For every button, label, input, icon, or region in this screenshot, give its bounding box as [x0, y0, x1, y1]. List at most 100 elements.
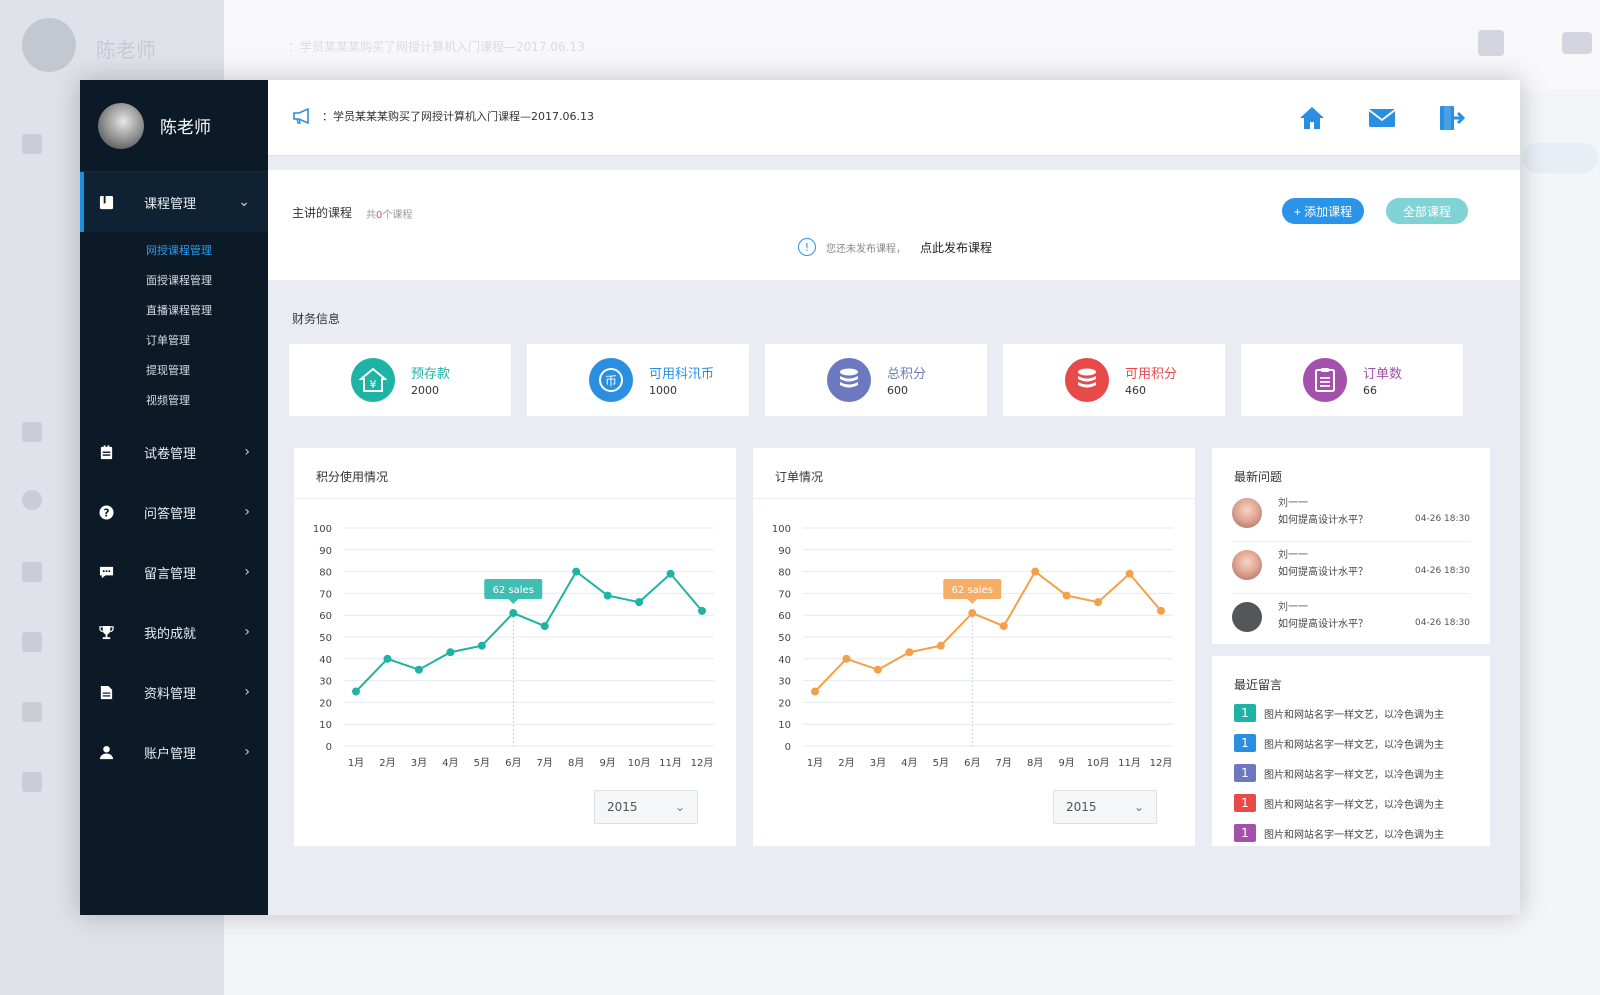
message-item[interactable]: 1 图片和网站名字一样文艺，以冷色调为主 [1234, 822, 1464, 844]
all-courses-button[interactable]: 全部课程 [1386, 198, 1468, 224]
chevron-right-icon: › [244, 444, 250, 460]
x-tick-label: 2月 [838, 757, 854, 769]
user-avatar[interactable] [98, 102, 144, 149]
chevron-right-icon: › [244, 624, 250, 640]
logout-icon[interactable] [1436, 102, 1468, 134]
sidebar-item-course[interactable]: 课程管理 ⌄ [80, 172, 268, 232]
chevron-down-icon: ⌄ [674, 800, 685, 814]
question-author: 刘一一 [1278, 550, 1308, 561]
background-user-icon [22, 772, 42, 792]
y-tick-label: 100 [313, 524, 332, 535]
finance-card-available-points[interactable]: 可用积分 460 [1003, 344, 1225, 416]
sidebar-header: 陈老师 [80, 80, 268, 172]
finance-card-total-points[interactable]: 总积分 600 [765, 344, 987, 416]
question-text: 如何提高设计水平？ [1278, 619, 1368, 630]
message-text: 图片和网站名字一样文艺，以冷色调为主 [1264, 829, 1444, 841]
latest-questions-panel: 最新问题 刘一一 如何提高设计水平？ 04-26 18:30 刘一一 如何提高设… [1212, 448, 1490, 644]
question-item[interactable]: 刘一一 如何提高设计水平？ 04-26 18:30 [1232, 490, 1470, 542]
home-icon[interactable] [1296, 102, 1328, 134]
sidebar-item-qa[interactable]: ? 问答管理 › [80, 482, 268, 542]
data-point [1125, 569, 1134, 578]
courses-title: 主讲的课程 [292, 206, 353, 220]
orders-chart-title: 订单情况 [775, 470, 824, 484]
data-point [1031, 567, 1040, 576]
submenu-item-videos[interactable]: 视频管理 [80, 386, 268, 416]
data-point [414, 665, 423, 674]
background-pill [1522, 143, 1598, 173]
y-tick-label: 20 [319, 698, 332, 709]
y-tick-label: 30 [319, 677, 332, 688]
message-icon [98, 564, 114, 580]
question-item[interactable]: 刘一一 如何提高设计水平？ 04-26 18:30 [1232, 542, 1470, 594]
sidebar-item-message[interactable]: 留言管理 › [80, 542, 268, 602]
data-point [477, 641, 486, 650]
data-point [905, 648, 914, 657]
background-avatar [22, 18, 76, 72]
submenu-item-orders[interactable]: 订单管理 [80, 326, 268, 356]
question-time: 04-26 18:30 [1415, 566, 1470, 576]
add-course-button[interactable]: + 添加课程 [1282, 198, 1364, 224]
tooltip-pointer [508, 599, 519, 605]
document-icon [98, 684, 114, 700]
x-tick-label: 7月 [996, 757, 1012, 769]
background-trophy-icon [22, 632, 42, 652]
x-tick-label: 11月 [1118, 757, 1141, 769]
background-exam-icon [22, 422, 42, 442]
sidebar-item-account[interactable]: 账户管理 › [80, 722, 268, 782]
message-text: 图片和网站名字一样文艺，以冷色调为主 [1264, 799, 1444, 811]
submenu-item-offline-courses[interactable]: 面授课程管理 [80, 266, 268, 296]
chevron-down-icon: ⌄ [1133, 800, 1144, 814]
submenu-item-live-courses[interactable]: 直播课程管理 [80, 296, 268, 326]
latest-questions-title: 最新问题 [1234, 470, 1283, 484]
chevron-right-icon: › [244, 684, 250, 700]
mail-icon[interactable] [1366, 102, 1398, 134]
y-tick-label: 70 [319, 589, 332, 600]
orders-icon [1303, 358, 1347, 402]
submenu-item-online-courses[interactable]: 网授课程管理 [80, 236, 268, 266]
avatar [1232, 498, 1262, 528]
submenu-item-withdrawals[interactable]: 提现管理 [80, 356, 268, 386]
year-select-value: 2015 [607, 800, 638, 814]
sidebar-item-label: 我的成就 [144, 626, 197, 642]
message-item[interactable]: 1 图片和网站名字一样文艺，以冷色调为主 [1234, 732, 1464, 754]
sidebar-item-exam[interactable]: 试卷管理 › [80, 422, 268, 482]
y-tick-label: 40 [319, 655, 332, 666]
year-select[interactable]: 2015 ⌄ [1053, 790, 1157, 824]
y-tick-label: 50 [319, 633, 332, 644]
message-text: 图片和网站名字一样文艺，以冷色调为主 [1264, 769, 1444, 781]
publish-course-link[interactable]: 点此发布课程 [920, 239, 992, 256]
notice-bar[interactable]: ：学员某某某购买了网授计算机入门课程—2017.06.13 [292, 107, 594, 125]
background-mail-icon [1562, 32, 1592, 54]
x-tick-label: 3月 [870, 757, 886, 769]
x-tick-label: 8月 [568, 757, 584, 769]
message-item[interactable]: 1 图片和网站名字一样文艺，以冷色调为主 [1234, 792, 1464, 814]
finance-card-orders[interactable]: 订单数 66 [1241, 344, 1463, 416]
finance-title: 财务信息 [292, 312, 341, 326]
data-point [572, 567, 581, 576]
y-tick-label: 60 [778, 611, 791, 622]
x-tick-label: 1月 [348, 757, 364, 769]
sidebar-item-achievements[interactable]: 我的成就 › [80, 602, 268, 662]
y-tick-label: 40 [778, 655, 791, 666]
y-tick-label: 80 [319, 568, 332, 579]
finance-card-deposit[interactable]: ¥ 预存款 2000 [289, 344, 511, 416]
qa-icon: ? [98, 504, 114, 520]
sidebar-item-documents[interactable]: 资料管理 › [80, 662, 268, 722]
data-point [352, 687, 360, 696]
finance-card-coins[interactable]: 币 可用科汛币 1000 [527, 344, 749, 416]
finance-value: 2000 [411, 384, 439, 397]
background-message-icon [22, 562, 42, 582]
question-item[interactable]: 刘一一 如何提高设计水平？ 04-26 18:30 [1232, 594, 1470, 646]
background-user-name: 陈老师 [96, 38, 156, 62]
user-name: 陈老师 [160, 118, 211, 138]
y-tick-label: 70 [778, 589, 791, 600]
x-tick-label: 7月 [537, 757, 553, 769]
tooltip-pointer [967, 599, 978, 605]
year-select[interactable]: 2015 ⌄ [594, 790, 698, 824]
x-tick-label: 10月 [1087, 757, 1110, 769]
data-point [1062, 591, 1071, 600]
tooltip-label: 62 sales [952, 585, 993, 596]
message-item[interactable]: 1 图片和网站名字一样文艺，以冷色调为主 [1234, 762, 1464, 784]
message-item[interactable]: 1 图片和网站名字一样文艺，以冷色调为主 [1234, 702, 1464, 724]
dashboard-window: 陈老师 课程管理 ⌄ 网授课程管理 面授课程管理 直播课程管理 订单管理 提现管… [80, 80, 1520, 915]
